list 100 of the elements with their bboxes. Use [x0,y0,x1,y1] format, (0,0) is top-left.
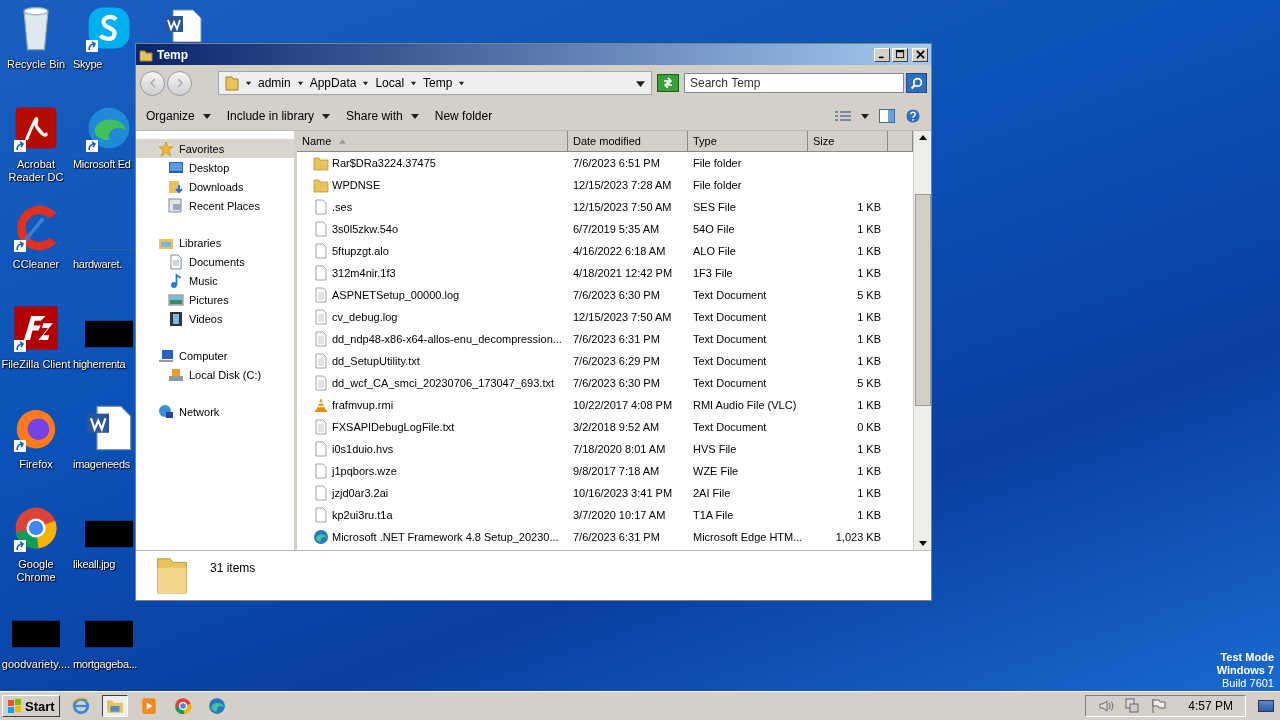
desktop-icon-label: Firefox [19,458,53,471]
maximize-button[interactable] [892,47,908,62]
file-name-cell[interactable]: frafmvup.rmi [297,397,568,413]
toolbar-button[interactable]: Organize [140,105,217,126]
type-cell-text: Text Document [692,333,768,345]
file-name-cell[interactable]: .ses [297,199,568,215]
toolbar-button[interactable]: New folder [428,105,499,126]
file-name-cell[interactable]: jzjd0ar3.2ai [297,485,568,501]
preview-pane-icon[interactable] [879,108,895,123]
caret-icon[interactable] [410,79,418,87]
file-name-cell[interactable]: FXSAPIDebugLogFile.txt [297,419,568,435]
breadcrumb-item[interactable]: Temp [423,76,453,90]
breadcrumb-item[interactable]: Local [375,76,405,90]
nav-item[interactable]: Network [136,402,294,421]
date-cell-text: 12/15/2023 7:50 AM [572,201,673,213]
nav-item[interactable]: Local Disk (C:) [136,365,294,384]
ie-app-icon [71,697,90,715]
network-icon[interactable] [1124,698,1141,714]
column-header[interactable]: Date modified [568,131,688,152]
file-name-cell[interactable]: ASPNETSetup_00000.log [297,287,568,303]
date-cell-text: 10/16/2023 3:41 PM [572,487,674,499]
dropdown-caret-icon[interactable] [636,78,645,88]
size-cell-text: 5 KB [856,377,882,389]
toolbar-button[interactable]: Share with [340,105,425,126]
nav-item[interactable]: Recent Places [136,196,294,215]
file-name-cell[interactable]: 3s0l5zkw.54o [297,221,568,237]
nav-item[interactable]: Pictures [136,290,294,309]
nav-item[interactable]: Libraries [136,233,294,252]
taskbar-explorer-button[interactable] [101,695,128,717]
column-header[interactable]: Type [688,131,808,152]
document-icon [313,199,329,215]
clock[interactable]: 4:57 PM [1188,699,1233,713]
nav-icon [158,347,174,364]
breadcrumb-item[interactable]: AppData [309,76,357,90]
caret-icon [202,111,211,120]
desktop-icon-label: hardwaret. [73,258,122,271]
caret-icon[interactable] [362,79,370,87]
file-name-cell[interactable]: i0s1duio.hvs [297,441,568,457]
nav-item[interactable]: Music [136,271,294,290]
type-cell-text: 54O File [692,223,736,235]
size-cell-text: 1 KB [856,355,882,367]
file-name-cell[interactable]: 312m4nir.1f3 [297,265,568,281]
toolbar-button[interactable]: Include in library [220,105,337,126]
nav-item[interactable]: Computer [136,346,294,365]
search-button[interactable] [906,73,927,93]
column-header[interactable]: Size [808,131,888,152]
document-icon [313,243,329,259]
file-name-cell[interactable]: j1pqbors.wze [297,463,568,479]
refresh-button[interactable] [657,74,679,92]
flag-icon[interactable] [1150,698,1167,714]
vertical-scrollbar[interactable] [913,131,931,550]
document-icon [313,331,329,347]
document-icon [313,353,329,369]
word-document-icon[interactable] [163,8,203,42]
size-cell-text: 1 KB [856,245,882,257]
file-name-cell[interactable]: Microsoft .NET Framework 4.8 Setup_20230... [297,529,568,545]
type-cell-text: HVS File [692,443,738,455]
column-header[interactable]: Name [297,131,568,152]
size-cell-text: 1 KB [856,333,882,345]
caret-icon[interactable] [458,79,466,87]
document-icon [313,507,329,523]
nav-item[interactable]: Downloads [136,177,294,196]
nav-item[interactable]: Desktop [136,158,294,177]
caret-icon [322,111,331,120]
address-bar[interactable]: admin AppData Local Temp [218,71,652,95]
nav-icon [168,272,184,289]
word-icon[interactable] [85,404,133,452]
file-name-cell[interactable]: 5ftupzgt.alo [297,243,568,259]
file-name-cell[interactable]: cv_debug.log [297,309,568,325]
start-button[interactable]: Start [2,695,60,717]
close-button[interactable] [912,47,928,62]
speaker-icon[interactable] [1098,698,1115,714]
nav-item[interactable]: Favorites [136,139,294,158]
nav-item[interactable]: Documents [136,252,294,271]
file-name-cell[interactable]: dd_wcf_CA_smci_20230706_173047_693.txt [297,375,568,391]
document-icon [313,375,329,391]
filezilla-icon[interactable] [12,304,60,352]
document-icon [313,485,329,501]
caret-icon[interactable] [296,79,304,87]
file-name-cell[interactable]: dd_ndp48-x86-x64-allos-enu_decompression... [297,331,568,347]
minimize-button[interactable] [874,47,890,62]
size-cell-text: 1 KB [856,399,882,411]
desktop-icon-label: Recycle Bin [6,58,66,71]
file-name-cell[interactable]: kp2ui3ru.t1a [297,507,568,523]
search-field[interactable]: Search Temp [684,73,904,93]
file-name-cell[interactable]: WPDNSE [297,177,568,193]
breadcrumb-item[interactable]: admin [258,76,291,90]
document-icon [313,287,329,303]
nav-item[interactable]: Videos [136,309,294,328]
windows-logo-icon [7,698,23,714]
explorer-app-icon [105,697,124,715]
document-icon [313,265,329,281]
folder-icon [225,75,239,91]
file-name-cell[interactable]: dd_SetupUtility.txt [297,353,568,369]
type-cell-text: Text Document [692,355,768,367]
help-icon[interactable] [905,108,921,123]
show-desktop-button[interactable] [1258,700,1274,712]
caret-icon[interactable] [861,111,869,120]
file-name-cell[interactable]: Rar$DRa3224.37475 [297,155,568,171]
caret-icon[interactable] [245,79,252,87]
